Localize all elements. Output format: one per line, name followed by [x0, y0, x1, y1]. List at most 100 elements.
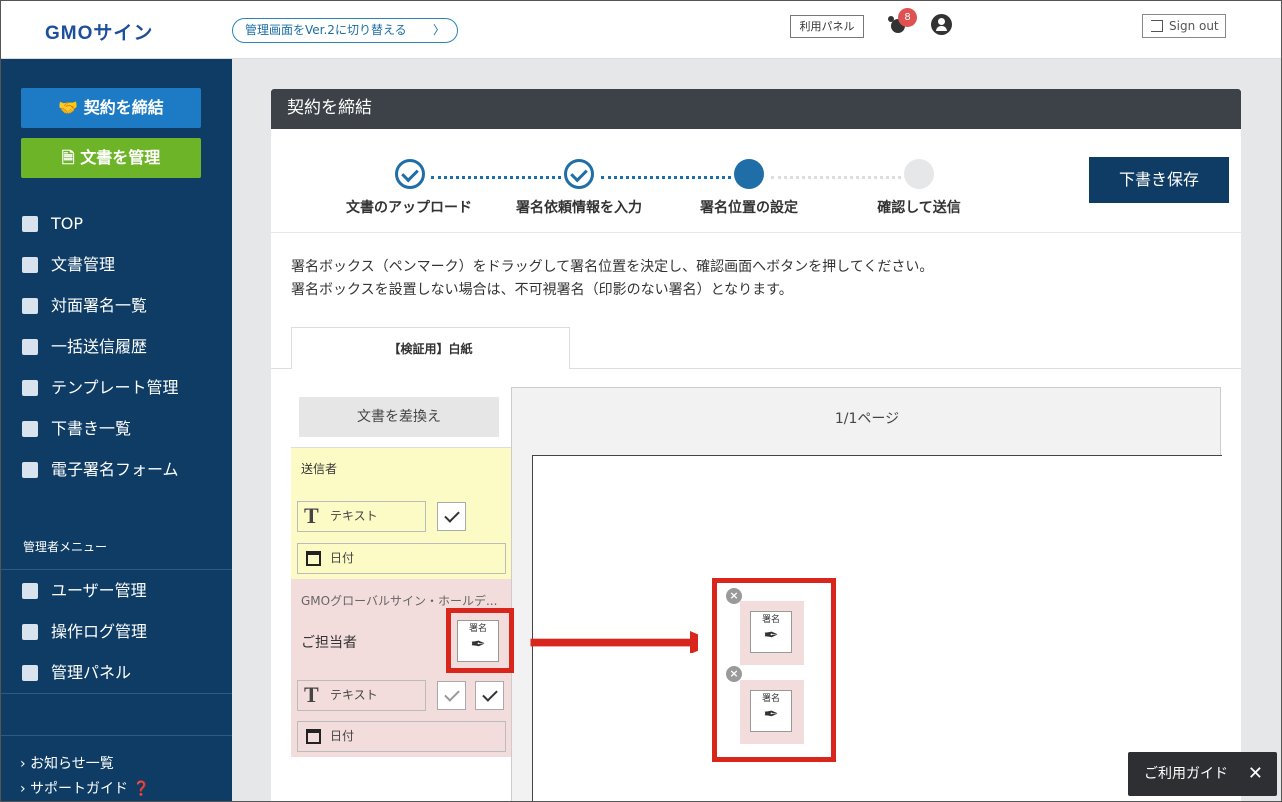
document-viewer: 1/1ページ	[511, 387, 1222, 802]
signature-label: 署名	[761, 694, 780, 704]
sidebar-item-documents[interactable]: 文書管理	[0, 245, 232, 285]
sidebar-item-label: テンプレート管理	[51, 378, 179, 397]
checkbox-tool[interactable]	[475, 681, 504, 710]
calendar-icon	[306, 729, 321, 744]
text-field-label: テキスト	[330, 509, 378, 523]
gmo-sign-logo[interactable]: GMOサイン	[45, 18, 153, 45]
divider	[271, 232, 1241, 233]
step-done-icon	[564, 159, 594, 189]
switch-version-button[interactable]: 管理画面をVer.2に切り替える 〉	[232, 18, 458, 43]
template-icon	[22, 380, 38, 396]
sign-out-label: Sign out	[1169, 19, 1219, 33]
step-todo-icon	[904, 159, 934, 189]
sidebar-item-sign-form[interactable]: 電子署名フォーム	[0, 450, 232, 490]
step-label-upload: 文書のアップロード	[346, 200, 472, 216]
news-link[interactable]: › お知らせ一覧	[20, 753, 114, 773]
top-header: GMOサイン 管理画面をVer.2に切り替える 〉 利用パネル 8 Sign ou…	[0, 0, 1282, 59]
sign-contract-button[interactable]: 🤝 契約を締結	[21, 88, 201, 128]
step-connector	[771, 176, 901, 179]
text-t-icon: T	[304, 682, 319, 707]
divider	[0, 693, 232, 694]
support-guide-label: サポートガイド	[30, 781, 129, 797]
help-icon: ❓	[132, 781, 150, 797]
step-label-position: 署名位置の設定	[700, 200, 798, 216]
sidebar-item-drafts[interactable]: 下書き一覧	[0, 409, 232, 449]
log-icon	[22, 624, 38, 640]
sign-contract-label: 契約を締結	[83, 98, 164, 117]
step-current-icon	[734, 159, 764, 189]
sender-heading: 送信者	[301, 462, 338, 476]
save-draft-button[interactable]: 下書き保存	[1089, 157, 1229, 203]
sidebar-item-users[interactable]: ユーザー管理	[0, 571, 232, 611]
sidebar-item-templates[interactable]: テンプレート管理	[0, 368, 232, 408]
bulk-send-icon	[22, 339, 38, 355]
remove-icon[interactable]: ×	[726, 666, 742, 682]
date-field-label: 日付	[330, 551, 355, 565]
admin-panel-icon	[22, 665, 38, 681]
page-indicator: 1/1ページ	[834, 411, 900, 427]
page-title: 契約を締結	[271, 89, 1241, 129]
draft-icon	[22, 421, 38, 437]
checkbox-tool[interactable]	[437, 502, 466, 531]
placed-signature-box[interactable]: 署名 ✒	[740, 601, 804, 665]
document-page[interactable]	[532, 455, 1222, 802]
step-connector	[431, 176, 561, 179]
date-field-tool[interactable]: 日付	[297, 543, 506, 574]
sidebar-item-label: 下書き一覧	[51, 419, 132, 438]
support-guide-link[interactable]: › サポートガイド ❓	[20, 778, 150, 798]
step-done-icon	[395, 159, 425, 189]
placed-signature-box[interactable]: 署名 ✒	[740, 680, 804, 744]
pen-icon: ✒	[763, 625, 779, 646]
tab-document[interactable]: 【検証用】白紙	[291, 327, 570, 369]
user-guide-button[interactable]: ご利用ガイド ✕	[1128, 752, 1277, 796]
manage-documents-button[interactable]: 🗎 文書を管理	[21, 138, 201, 178]
recipient-person: ご担当者	[301, 635, 357, 651]
sidebar-item-label: ユーザー管理	[51, 581, 147, 600]
sidebar-item-label: 電子署名フォーム	[51, 460, 179, 479]
sidebar-item-top[interactable]: TOP	[0, 204, 232, 244]
user-icon	[22, 583, 38, 599]
sidebar-item-label: 一括送信履歴	[51, 337, 148, 356]
manage-documents-label: 文書を管理	[80, 148, 161, 167]
admin-menu-heading: 管理者メニュー	[23, 540, 108, 554]
text-field-tool[interactable]: T テキスト	[297, 501, 426, 532]
sidebar-item-in-person-sign[interactable]: 対面署名一覧	[0, 286, 232, 326]
date-field-tool[interactable]: 日付	[297, 721, 506, 752]
instruction-line-1: 署名ボックス（ペンマーク）をドラッグして署名位置を決定し、確認画面へボタンを押し…	[291, 259, 934, 275]
replace-document-button[interactable]: 文書を差換え	[299, 397, 499, 437]
sign-out-icon	[1151, 20, 1163, 32]
sidebar-item-admin-panel[interactable]: 管理パネル	[0, 653, 232, 693]
chevron-right-icon: 〉	[432, 23, 445, 37]
divider	[0, 735, 232, 736]
recipient-company: GMOグローバルサイン・ホールデ...	[301, 594, 498, 608]
switch-version-label: 管理画面をVer.2に切り替える	[245, 23, 407, 37]
sidebar-item-bulk-history[interactable]: 一括送信履歴	[0, 327, 232, 367]
usage-panel-button[interactable]: 利用パネル	[790, 15, 864, 38]
document-icon: 🗎	[61, 148, 81, 167]
text-field-tool[interactable]: T テキスト	[297, 680, 426, 711]
step-connector	[601, 176, 731, 179]
highlight-source-box	[446, 608, 514, 673]
sidebar-item-label: 管理パネル	[51, 663, 132, 682]
date-field-label: 日付	[330, 729, 355, 743]
notification-badge: 8	[898, 8, 917, 27]
news-label: お知らせ一覧	[30, 756, 114, 772]
user-avatar-icon[interactable]	[931, 14, 952, 35]
instruction-line-2: 署名ボックスを設置しない場合は、不可視署名（印影のない署名）となります。	[291, 282, 793, 298]
pen-icon: ✒	[763, 704, 779, 725]
close-icon[interactable]: ✕	[1248, 752, 1263, 796]
people-icon	[22, 298, 38, 314]
step-label-request-info: 署名依頼情報を入力	[516, 200, 642, 216]
signature-label: 署名	[761, 615, 780, 625]
text-t-icon: T	[304, 503, 319, 528]
file-icon	[22, 257, 38, 273]
text-field-label: テキスト	[330, 688, 378, 702]
sign-out-button[interactable]: Sign out	[1142, 14, 1226, 38]
sidebar-item-label: 操作ログ管理	[51, 622, 148, 641]
signature-stamp: 署名 ✒	[750, 690, 792, 732]
sender-section: 送信者 T テキスト 日付	[291, 447, 511, 579]
checkbox-tool-disabled[interactable]	[437, 681, 466, 710]
remove-icon[interactable]: ×	[726, 588, 742, 604]
calendar-icon	[306, 551, 321, 566]
sidebar-item-logs[interactable]: 操作ログ管理	[0, 612, 232, 652]
